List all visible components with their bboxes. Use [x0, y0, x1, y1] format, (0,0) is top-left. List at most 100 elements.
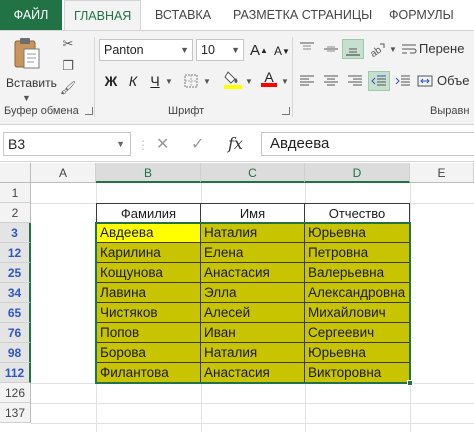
table-cell[interactable]: Сергеевич	[305, 323, 410, 343]
row-header[interactable]: 34	[0, 283, 31, 303]
cancel-icon[interactable]: ✕	[156, 134, 169, 154]
chevron-down-icon[interactable]: ▼	[280, 71, 290, 91]
chevron-down-icon[interactable]: ▼	[244, 71, 254, 91]
column-header-d[interactable]: D	[305, 163, 410, 183]
column-header-b[interactable]: B	[96, 163, 201, 183]
select-all-corner[interactable]	[0, 163, 31, 183]
tab-formulas[interactable]: ФОРМУЛЫ	[380, 0, 463, 30]
table-cell[interactable]: Попов	[96, 323, 201, 343]
table-cell[interactable]: Кощунова	[96, 263, 201, 283]
chevron-down-icon[interactable]: ▼	[164, 71, 174, 91]
align-top-icon[interactable]	[296, 39, 318, 59]
chevron-down-icon[interactable]: ▼	[22, 93, 31, 103]
table-cell[interactable]: Валерьевна	[305, 263, 410, 283]
grow-font-glyph: A	[250, 41, 261, 59]
table-cell[interactable]: Филантова	[96, 363, 201, 383]
table-cell[interactable]: Борова	[96, 343, 201, 363]
row-header[interactable]: 137	[0, 403, 31, 423]
table-cell[interactable]: Юрьевна	[305, 343, 410, 363]
tab-file[interactable]: ФАЙЛ	[0, 0, 62, 30]
decrease-indent-icon[interactable]	[368, 71, 390, 91]
shrink-font-button[interactable]: A ▼	[271, 41, 293, 61]
table-header-name[interactable]: Имя	[201, 203, 305, 223]
font-color-swatch	[261, 83, 277, 87]
borders-icon[interactable]	[180, 71, 202, 91]
table-cell[interactable]: Иван	[201, 323, 305, 343]
chevron-down-icon[interactable]: ▼	[388, 39, 398, 59]
font-size-combo[interactable]: 10 ▼	[196, 39, 244, 61]
table-cell[interactable]: Наталия	[201, 343, 305, 363]
align-bottom-icon[interactable]	[342, 39, 364, 59]
merge-center-icon[interactable]	[414, 71, 436, 91]
font-launcher-icon[interactable]	[282, 107, 290, 115]
merge-label[interactable]: Объе	[437, 73, 469, 88]
align-right-icon[interactable]	[344, 71, 366, 91]
table-cell[interactable]: Петровна	[305, 243, 410, 263]
font-name-combo[interactable]: Panton ▼	[99, 39, 193, 61]
paste-icon[interactable]	[12, 36, 42, 72]
wrap-text-icon[interactable]	[398, 39, 420, 59]
column-header-c[interactable]: C	[201, 163, 305, 183]
row-header[interactable]: 126	[0, 383, 31, 403]
row-header[interactable]: 98	[0, 343, 31, 363]
table-cell[interactable]: Авдеева	[96, 223, 201, 243]
font-color-button[interactable]: A	[258, 69, 280, 89]
italic-button[interactable]: К	[122, 71, 144, 91]
table-cell[interactable]: Лавина	[96, 283, 201, 303]
orientation-icon[interactable]: ab	[366, 39, 388, 59]
fill-color-icon[interactable]	[222, 69, 244, 89]
column-header-a[interactable]: A	[31, 163, 96, 183]
copy-icon[interactable]: ❐	[58, 57, 78, 75]
align-left-icon[interactable]	[296, 71, 318, 91]
group-divider	[292, 37, 293, 117]
fill-handle[interactable]	[407, 380, 413, 386]
row-header[interactable]: 1	[0, 183, 31, 203]
align-middle-icon[interactable]	[320, 39, 342, 59]
table-cell[interactable]: Викторовна	[305, 363, 410, 383]
table-cell[interactable]: Элла	[201, 283, 305, 303]
table-cell[interactable]: Анастасия	[201, 263, 305, 283]
clipboard-launcher-icon[interactable]	[85, 107, 93, 115]
underline-button[interactable]: Ч	[144, 71, 166, 91]
clipboard-group-label: Буфер обмена	[4, 105, 79, 117]
tab-home[interactable]: ГЛАВНАЯ	[64, 0, 142, 31]
insert-function-button[interactable]: fx	[228, 134, 243, 153]
table-header-patronymic[interactable]: Отчество	[305, 203, 410, 223]
enter-icon[interactable]: ✓	[191, 134, 204, 154]
formula-bar-dots: ⋮	[137, 138, 149, 152]
formula-input[interactable]: Авдеева	[261, 132, 474, 156]
row-header[interactable]: 2	[0, 203, 31, 223]
table-cell[interactable]: Елена	[201, 243, 305, 263]
gridline	[31, 423, 474, 424]
row-header[interactable]: 3	[0, 223, 31, 243]
row-header[interactable]: 112	[0, 363, 31, 383]
paste-button-label[interactable]: Вставить	[6, 76, 57, 90]
increase-indent-icon[interactable]	[392, 71, 414, 91]
table-header-surname[interactable]: Фамилия	[96, 203, 201, 223]
tab-page-layout[interactable]: РАЗМЕТКА СТРАНИЦЫ	[224, 0, 381, 30]
row-header[interactable]: 12	[0, 243, 31, 263]
tab-insert[interactable]: ВСТАВКА	[146, 0, 220, 30]
column-header-e[interactable]: E	[410, 163, 474, 183]
chevron-down-icon[interactable]: ▼	[202, 71, 212, 91]
font-group-label: Шрифт	[168, 105, 205, 117]
table-cell[interactable]: Чистяков	[96, 303, 201, 323]
table-cell[interactable]: Карилина	[96, 243, 201, 263]
row-header[interactable]: 25	[0, 263, 31, 283]
wrap-text-label[interactable]: Перене	[419, 41, 464, 56]
table-cell[interactable]: Михайлович	[305, 303, 410, 323]
table-cell[interactable]: Алесей	[201, 303, 305, 323]
table-cell[interactable]: Юрьевна	[305, 223, 410, 243]
table-cell[interactable]: Александровна	[305, 283, 410, 303]
table-cell[interactable]: Наталия	[201, 223, 305, 243]
row-header[interactable]: 65	[0, 303, 31, 323]
cut-icon[interactable]: ✂	[58, 35, 78, 53]
table-cell[interactable]: Анастасия	[201, 363, 305, 383]
align-center-icon[interactable]	[320, 71, 342, 91]
bold-button[interactable]: Ж	[100, 71, 122, 91]
name-box[interactable]: B3 ▼	[3, 132, 131, 156]
chevron-down-icon: ▼	[116, 139, 125, 149]
grow-font-button[interactable]: A ▲	[248, 40, 270, 60]
row-header[interactable]: 76	[0, 323, 31, 343]
format-painter-icon[interactable]: 🖌	[58, 79, 78, 97]
